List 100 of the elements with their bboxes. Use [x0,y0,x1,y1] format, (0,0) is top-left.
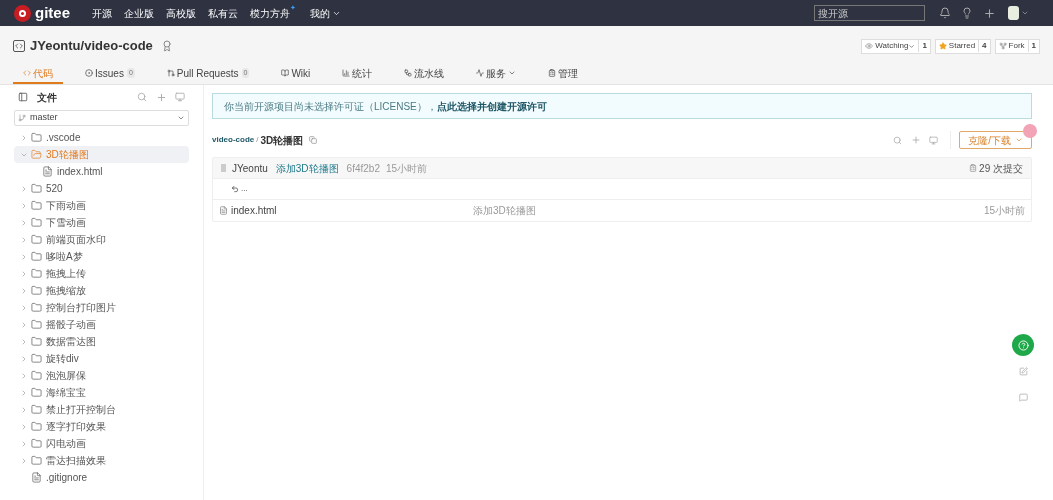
action-count: 4 [978,40,990,52]
nav-link[interactable]: 高校版 [166,5,196,21]
action-count: 1 [918,40,930,52]
tree-item[interactable]: 控制台打印图片 [14,299,189,316]
repo-tab[interactable]: 服务 [466,64,527,84]
folder-icon [31,319,42,330]
logo-text[interactable]: gitee [35,1,70,25]
tree-item[interactable]: 哆啦A梦 [14,248,189,265]
repo-tab[interactable]: 流水线 [394,64,455,84]
tree-item-label: .gitignore [46,471,88,485]
folder-icon [31,421,42,432]
tree-item[interactable]: 拖拽上传 [14,265,189,282]
tree-item[interactable]: 闪电动画 [14,435,189,452]
watch-icon [865,42,874,50]
repo-icon [13,40,25,52]
tree-item[interactable]: 海绵宝宝 [14,384,189,401]
tree-item-label: 拖拽上传 [46,267,86,281]
folder-icon [31,404,42,415]
tree-item[interactable]: 数据雷达图 [14,333,189,350]
search-icon[interactable] [893,135,903,145]
star-icon [938,42,947,50]
copy-icon[interactable] [309,136,318,144]
monitor-icon[interactable] [175,92,185,102]
tab-icon [281,69,290,77]
tree-item-label: 禁止打开控制台 [46,403,116,417]
breadcrumb-separator: / [256,134,259,146]
caret-icon [177,114,185,122]
tree-item[interactable]: .gitignore [14,469,189,486]
tree-item[interactable]: 雷达扫描效果 [14,452,189,469]
tree-item-label: 泡泡屏保 [46,369,86,383]
bell-icon[interactable] [939,7,951,19]
tree-item[interactable]: 摇骰子动画 [14,316,189,333]
license-link[interactable]: 点此选择并创建开源许可 [436,98,547,114]
notice-text: 你当前开源项目尚未选择许可证（LICENSE）， [224,99,437,114]
folder-icon [31,217,42,228]
sidebar-title: 文件 [37,90,57,105]
file-icon [31,472,42,483]
folder-icon [31,234,42,245]
sidebar-toggle-icon[interactable] [18,92,28,102]
tree-item[interactable]: 泡泡屏保 [14,367,189,384]
tree-item-label: 海绵宝宝 [46,386,86,400]
help-button[interactable] [1012,334,1034,356]
tab-icon [342,69,351,77]
tree-item-label: 拖拽缩放 [46,284,86,298]
commit-time: 15小时前 [385,161,428,176]
author-avatar-icon [221,164,226,172]
badge-icon [160,40,173,52]
breadcrumb-link[interactable]: video-code [212,134,255,146]
repo-title[interactable]: JYeontu/video-code [30,36,153,56]
tree-item[interactable]: 禁止打开控制台 [14,401,189,418]
folder-icon [31,251,42,262]
tree-item[interactable]: 逐字打印效果 [14,418,189,435]
nav-dropdown[interactable]: 我的 [310,5,341,21]
folder-icon [31,370,42,381]
repo-action-button[interactable]: Starred 4 [934,38,991,54]
repo-tab[interactable]: 管理 [538,64,589,84]
tree-item-label: 下雪动画 [46,216,86,230]
lightbulb-icon[interactable] [961,7,973,19]
tab-icon [23,69,31,77]
tree-item[interactable]: 前端页面水印 [14,231,189,248]
tree-item[interactable]: .vscode [14,129,189,146]
search-field[interactable]: 搜开源 [814,5,925,21]
tab-icon [404,69,413,77]
tree-item[interactable]: 520 [14,180,189,197]
avatar-icon[interactable] [1008,6,1019,20]
avatar-badge-icon [1023,124,1037,138]
tab-icon [548,69,557,77]
file-icon [219,206,228,215]
nav-link[interactable]: 私有云 [208,5,238,21]
repo-tab[interactable]: Wiki [271,64,321,84]
caret-icon [1015,136,1023,144]
tree-item[interactable]: 旋转div [14,350,189,367]
repo-tab[interactable]: 统计 [332,64,383,84]
caret-icon[interactable] [1021,9,1029,17]
nav-link[interactable]: 开源 [92,5,112,21]
folder-icon [31,455,42,466]
tree-item[interactable]: index.html [14,163,189,180]
message-icon [1018,392,1028,402]
tree-item[interactable]: 下雪动画 [14,214,189,231]
nav-link[interactable]: 模力方舟 [250,5,290,21]
nav-link[interactable]: 企业版 [124,5,154,21]
commit-count[interactable]: 29 次提交 [979,160,1023,176]
commit-message[interactable]: 添加3D轮播图 [275,160,339,176]
tree-item[interactable]: 下雨动画 [14,197,189,214]
tree-item-label: 数据雷达图 [46,335,96,349]
file-name[interactable]: index.html [231,203,473,218]
breadcrumb-current: 3D轮播图 [260,133,304,148]
monitor-icon[interactable] [929,135,939,145]
folder-icon [31,268,42,279]
plus-icon[interactable] [983,6,996,20]
tree-item[interactable]: 拖拽缩放 [14,282,189,299]
branch-icon [18,114,26,122]
commit-author[interactable]: JYeontu [232,160,268,176]
repo-action-button[interactable]: Watching 1 [861,38,931,54]
repo-action-button[interactable]: Fork 1 [994,38,1040,54]
tree-item-label: 摇骰子动画 [46,318,96,332]
branch-select[interactable]: master [14,110,189,126]
parent-folder-link[interactable]: ... [241,183,248,195]
back-arrow-icon[interactable] [231,185,239,193]
search-icon[interactable] [137,92,147,102]
